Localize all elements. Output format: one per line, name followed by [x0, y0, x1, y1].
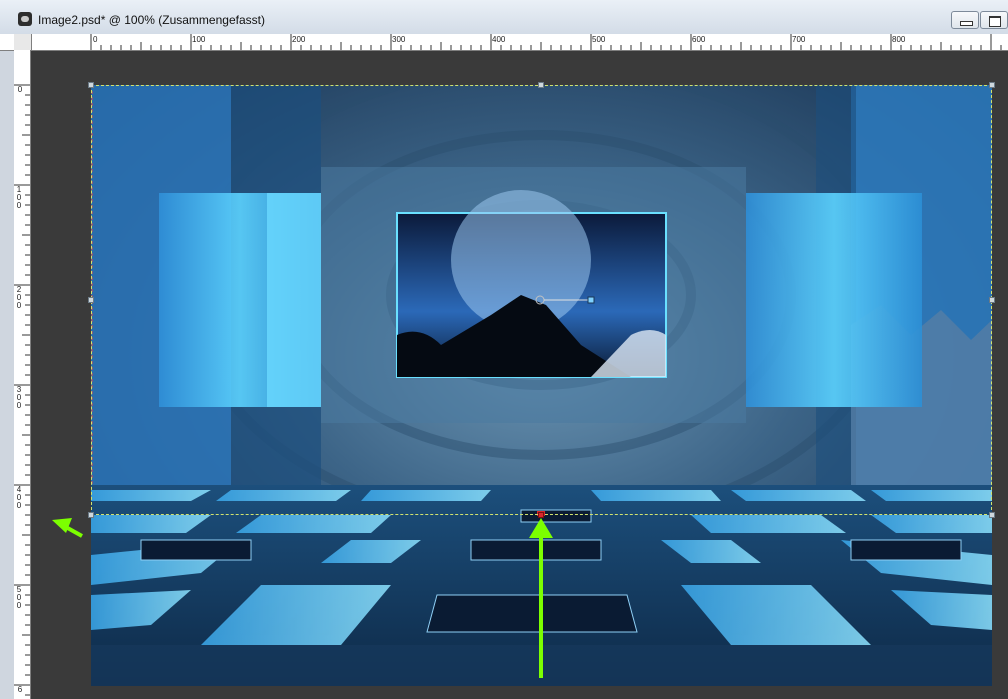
ruler-label-800: 800: [892, 35, 906, 44]
document-window: Image2.psd* @ 100% (Zusammengefasst) 0 1…: [0, 0, 1008, 699]
restore-button[interactable]: [980, 11, 1008, 29]
title-bar[interactable]: Image2.psd* @ 100% (Zusammengefasst): [0, 0, 1008, 35]
vertical-ruler[interactable]: 0 100 200 300 400 500 6: [14, 50, 31, 699]
vruler-label-400: 400: [16, 485, 22, 510]
ruler-label-0: 0: [93, 35, 98, 44]
ruler-label-100: 100: [192, 35, 206, 44]
ruler-label-300: 300: [392, 35, 406, 44]
ruler-label-700: 700: [792, 35, 806, 44]
canvas-artwork: [91, 85, 992, 686]
ruler-label-200: 200: [292, 35, 306, 44]
handle-bottom-right[interactable]: [989, 512, 995, 518]
handle-middle-right[interactable]: [989, 297, 995, 303]
ruler-label-600: 600: [692, 35, 706, 44]
horizontal-ruler[interactable]: 0 100 200 300 400 500 600 700 800: [0, 34, 1008, 51]
photoshop-document-icon: [18, 12, 32, 26]
vruler-label-200: 200: [16, 285, 22, 310]
ruler-label-400: 400: [492, 35, 506, 44]
vruler-label-500: 500: [16, 585, 22, 610]
vruler-label-300: 300: [16, 385, 22, 410]
vruler-label-0: 0: [17, 85, 23, 94]
handle-bottom-center[interactable]: [538, 512, 544, 518]
vruler-label-6: 6: [17, 685, 23, 694]
vruler-label-100: 100: [16, 185, 22, 210]
handle-top-left[interactable]: [88, 82, 94, 88]
handle-top-right[interactable]: [989, 82, 995, 88]
handle-top-center[interactable]: [538, 82, 544, 88]
handle-middle-left[interactable]: [88, 297, 94, 303]
handle-bottom-left[interactable]: [88, 512, 94, 518]
window-title: Image2.psd* @ 100% (Zusammengefasst): [38, 13, 265, 27]
image-canvas[interactable]: [91, 85, 992, 686]
minimize-button[interactable]: [951, 11, 979, 29]
ruler-label-500: 500: [592, 35, 606, 44]
